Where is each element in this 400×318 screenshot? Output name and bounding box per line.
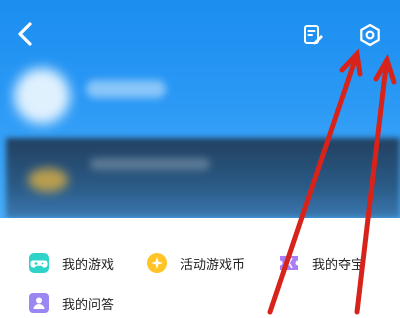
profile-header-background	[0, 0, 400, 218]
menu-item-label: 我的游戏	[62, 257, 115, 273]
coin-icon	[146, 252, 168, 274]
gamepad-icon	[28, 252, 50, 274]
menu-item-activity-coins[interactable]: 活动游戏币	[146, 248, 245, 278]
ticket-icon	[278, 252, 300, 274]
menu-item-label: 我的问答	[62, 297, 115, 313]
user-card-icon	[28, 292, 50, 314]
chevron-left-icon	[18, 22, 32, 46]
menu-item-my-qa[interactable]: 我的问答	[28, 288, 114, 318]
username-placeholder	[86, 80, 166, 98]
menu-item-my-treasure[interactable]: 我的夺宝	[278, 248, 364, 278]
back-button[interactable]	[12, 20, 38, 48]
settings-button[interactable]	[356, 21, 384, 49]
edit-profile-button[interactable]	[300, 22, 326, 48]
menu-item-label: 活动游戏币	[180, 257, 246, 273]
banner-text-placeholder	[90, 158, 210, 170]
menu-item-label: 我的夺宝	[312, 257, 365, 273]
coin-graphic	[28, 168, 68, 192]
settings-hexagon-icon	[360, 23, 380, 47]
quick-menu: 我的游戏 活动游戏币 我的夺宝 我的问答	[0, 218, 400, 315]
avatar-placeholder[interactable]	[14, 68, 70, 124]
edit-note-icon	[304, 25, 323, 45]
menu-item-my-games[interactable]: 我的游戏	[28, 248, 114, 278]
